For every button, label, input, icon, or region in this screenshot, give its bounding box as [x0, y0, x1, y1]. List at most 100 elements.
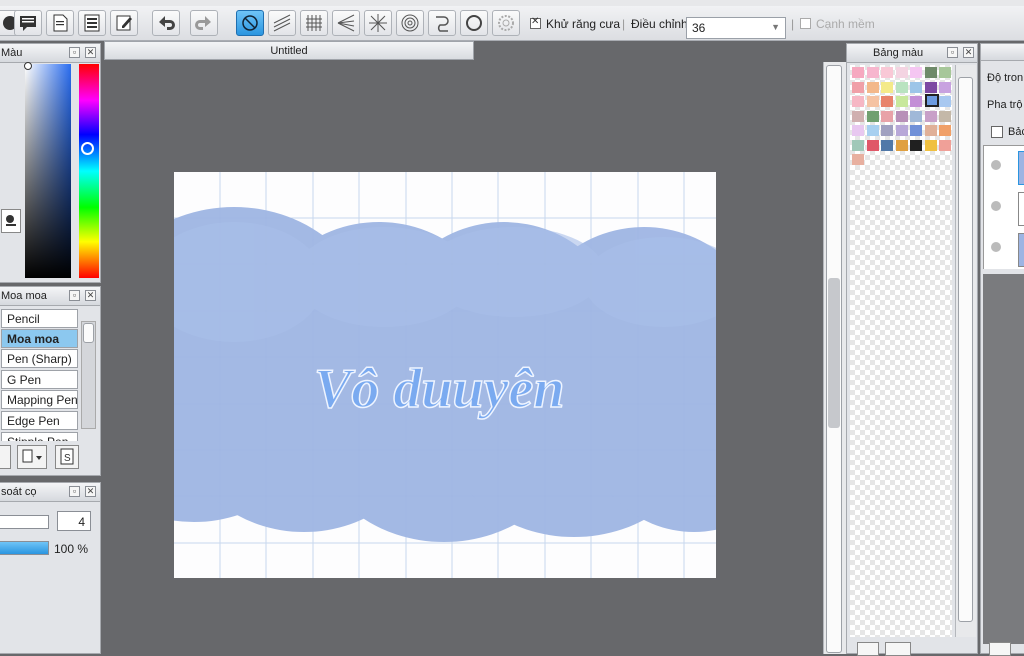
radial-ruler-icon[interactable]	[364, 10, 392, 36]
palette-swatch[interactable]	[939, 110, 951, 122]
brush-item-pencil[interactable]: Pencil	[1, 309, 78, 328]
chat-icon[interactable]	[14, 10, 42, 36]
new-document-icon[interactable]	[46, 10, 74, 36]
palette-swatch[interactable]	[910, 125, 922, 136]
gear-icon[interactable]	[492, 10, 520, 36]
close-icon[interactable]: ✕	[85, 290, 96, 301]
brush-item-moa-moa[interactable]: Moa moa	[1, 329, 78, 348]
brush-item-g-pen[interactable]: G Pen	[1, 370, 78, 389]
palette-swatch[interactable]	[866, 81, 879, 93]
ruler-none-icon[interactable]	[236, 10, 264, 36]
brush-item-edge-pen[interactable]: Edge Pen	[1, 411, 78, 430]
palette-grid[interactable]	[850, 65, 952, 637]
brush-list-scrollbar[interactable]	[81, 321, 96, 429]
palette-scrollbar[interactable]	[955, 65, 976, 637]
document-list-icon[interactable]	[78, 10, 106, 36]
palette-swatch[interactable]	[895, 125, 908, 136]
palette-swatch[interactable]	[881, 139, 893, 151]
palette-swatch[interactable]	[939, 125, 951, 136]
saturation-value-field[interactable]	[25, 64, 71, 278]
layer-item[interactable]	[984, 146, 1024, 188]
scrollbar-thumb[interactable]	[83, 323, 94, 343]
restore-icon[interactable]: ▫	[947, 47, 958, 58]
hue-slider-handle[interactable]	[81, 142, 94, 155]
brush-item-mapping-pen[interactable]: Mapping Pen	[1, 390, 78, 409]
palette-swatch[interactable]	[881, 110, 893, 122]
brush-size-slider[interactable]	[0, 515, 49, 529]
drawing-canvas[interactable]: Vô duuyên	[174, 172, 716, 578]
grid-ruler-icon[interactable]	[300, 10, 328, 36]
smooth-edge-checkbox[interactable]	[800, 18, 811, 29]
palette-swatch[interactable]	[895, 67, 908, 78]
palette-swatch[interactable]	[924, 67, 937, 78]
restore-icon[interactable]: ▫	[69, 290, 80, 301]
undo-icon[interactable]	[152, 10, 180, 36]
brush-add-dropdown-icon[interactable]	[17, 445, 47, 469]
close-icon[interactable]: ✕	[85, 47, 96, 58]
palette-swatch[interactable]	[939, 81, 951, 93]
palette-swatch[interactable]	[866, 125, 879, 136]
palette-swatch[interactable]	[852, 96, 864, 107]
palette-selected-swatch[interactable]	[925, 94, 939, 107]
brush-copy-icon[interactable]	[0, 445, 11, 469]
eyedropper-icon[interactable]	[1, 209, 21, 233]
palette-swatch[interactable]	[910, 67, 922, 78]
palette-swatch[interactable]	[852, 81, 864, 93]
palette-swatch[interactable]	[895, 139, 908, 151]
restore-icon[interactable]: ▫	[69, 47, 80, 58]
hue-slider[interactable]	[79, 64, 99, 278]
close-icon[interactable]: ✕	[85, 486, 96, 497]
antialias-checkbox[interactable]	[530, 16, 541, 29]
palette-swatch[interactable]	[881, 81, 893, 93]
palette-swatch[interactable]	[881, 96, 893, 107]
palette-swatch[interactable]	[895, 110, 908, 122]
brush-item-pen-sharp[interactable]: Pen (Sharp)	[1, 349, 78, 368]
palette-swatch[interactable]	[866, 67, 879, 78]
brush-size-value[interactable]: 4	[57, 511, 91, 531]
eye-icon[interactable]	[991, 201, 1001, 211]
palette-swatch[interactable]	[852, 67, 864, 78]
brush-item-stipple-pen[interactable]: Stipple Pen	[1, 432, 78, 441]
palette-swatch[interactable]	[924, 139, 937, 151]
palette-swatch[interactable]	[852, 154, 864, 165]
layer-item[interactable]	[984, 228, 1024, 269]
layer-protect-checkbox[interactable]	[991, 126, 1003, 138]
palette-swatch[interactable]	[910, 139, 922, 151]
palette-swatch[interactable]	[924, 125, 937, 136]
palette-swatch[interactable]	[924, 81, 937, 93]
curve-ruler-icon[interactable]	[428, 10, 456, 36]
ellipse-ruler-icon[interactable]	[460, 10, 488, 36]
palette-swatch[interactable]	[939, 139, 951, 151]
redo-icon[interactable]	[190, 10, 218, 36]
palette-swatch[interactable]	[895, 81, 908, 93]
scrollbar-thumb[interactable]	[828, 278, 840, 428]
palette-swatch[interactable]	[910, 81, 922, 93]
palette-swatch[interactable]	[881, 67, 893, 78]
palette-swatch[interactable]	[881, 125, 893, 136]
parallel-lines-icon[interactable]	[268, 10, 296, 36]
palette-swatch[interactable]	[852, 125, 864, 136]
brush-opacity-slider[interactable]	[0, 541, 49, 555]
palette-swatch[interactable]	[866, 96, 879, 107]
concentric-ruler-icon[interactable]	[396, 10, 424, 36]
palette-swatch[interactable]	[910, 96, 922, 107]
restore-icon[interactable]: ▫	[69, 486, 80, 497]
color-picker-cursor[interactable]	[24, 62, 32, 70]
palette-swatch[interactable]	[895, 96, 908, 107]
brush-settings-icon[interactable]: S	[55, 445, 79, 469]
palette-swatch[interactable]	[910, 110, 922, 122]
canvas-scrollbar[interactable]	[823, 62, 846, 654]
perspective-ruler-icon[interactable]	[332, 10, 360, 36]
close-icon[interactable]: ✕	[963, 47, 974, 58]
palette-swatch[interactable]	[866, 110, 879, 122]
layer-item[interactable]	[984, 187, 1024, 229]
palette-swatch[interactable]	[852, 110, 864, 122]
palette-swatch[interactable]	[866, 139, 879, 151]
edit-document-icon[interactable]	[110, 10, 138, 36]
scrollbar-thumb[interactable]	[958, 77, 973, 622]
adjust-combobox[interactable]: 36 ▼	[686, 17, 786, 39]
palette-swatch[interactable]	[939, 96, 951, 107]
palette-swatch[interactable]	[852, 139, 864, 151]
document-tab[interactable]: Untitled	[104, 41, 474, 60]
palette-swatch[interactable]	[939, 67, 951, 78]
